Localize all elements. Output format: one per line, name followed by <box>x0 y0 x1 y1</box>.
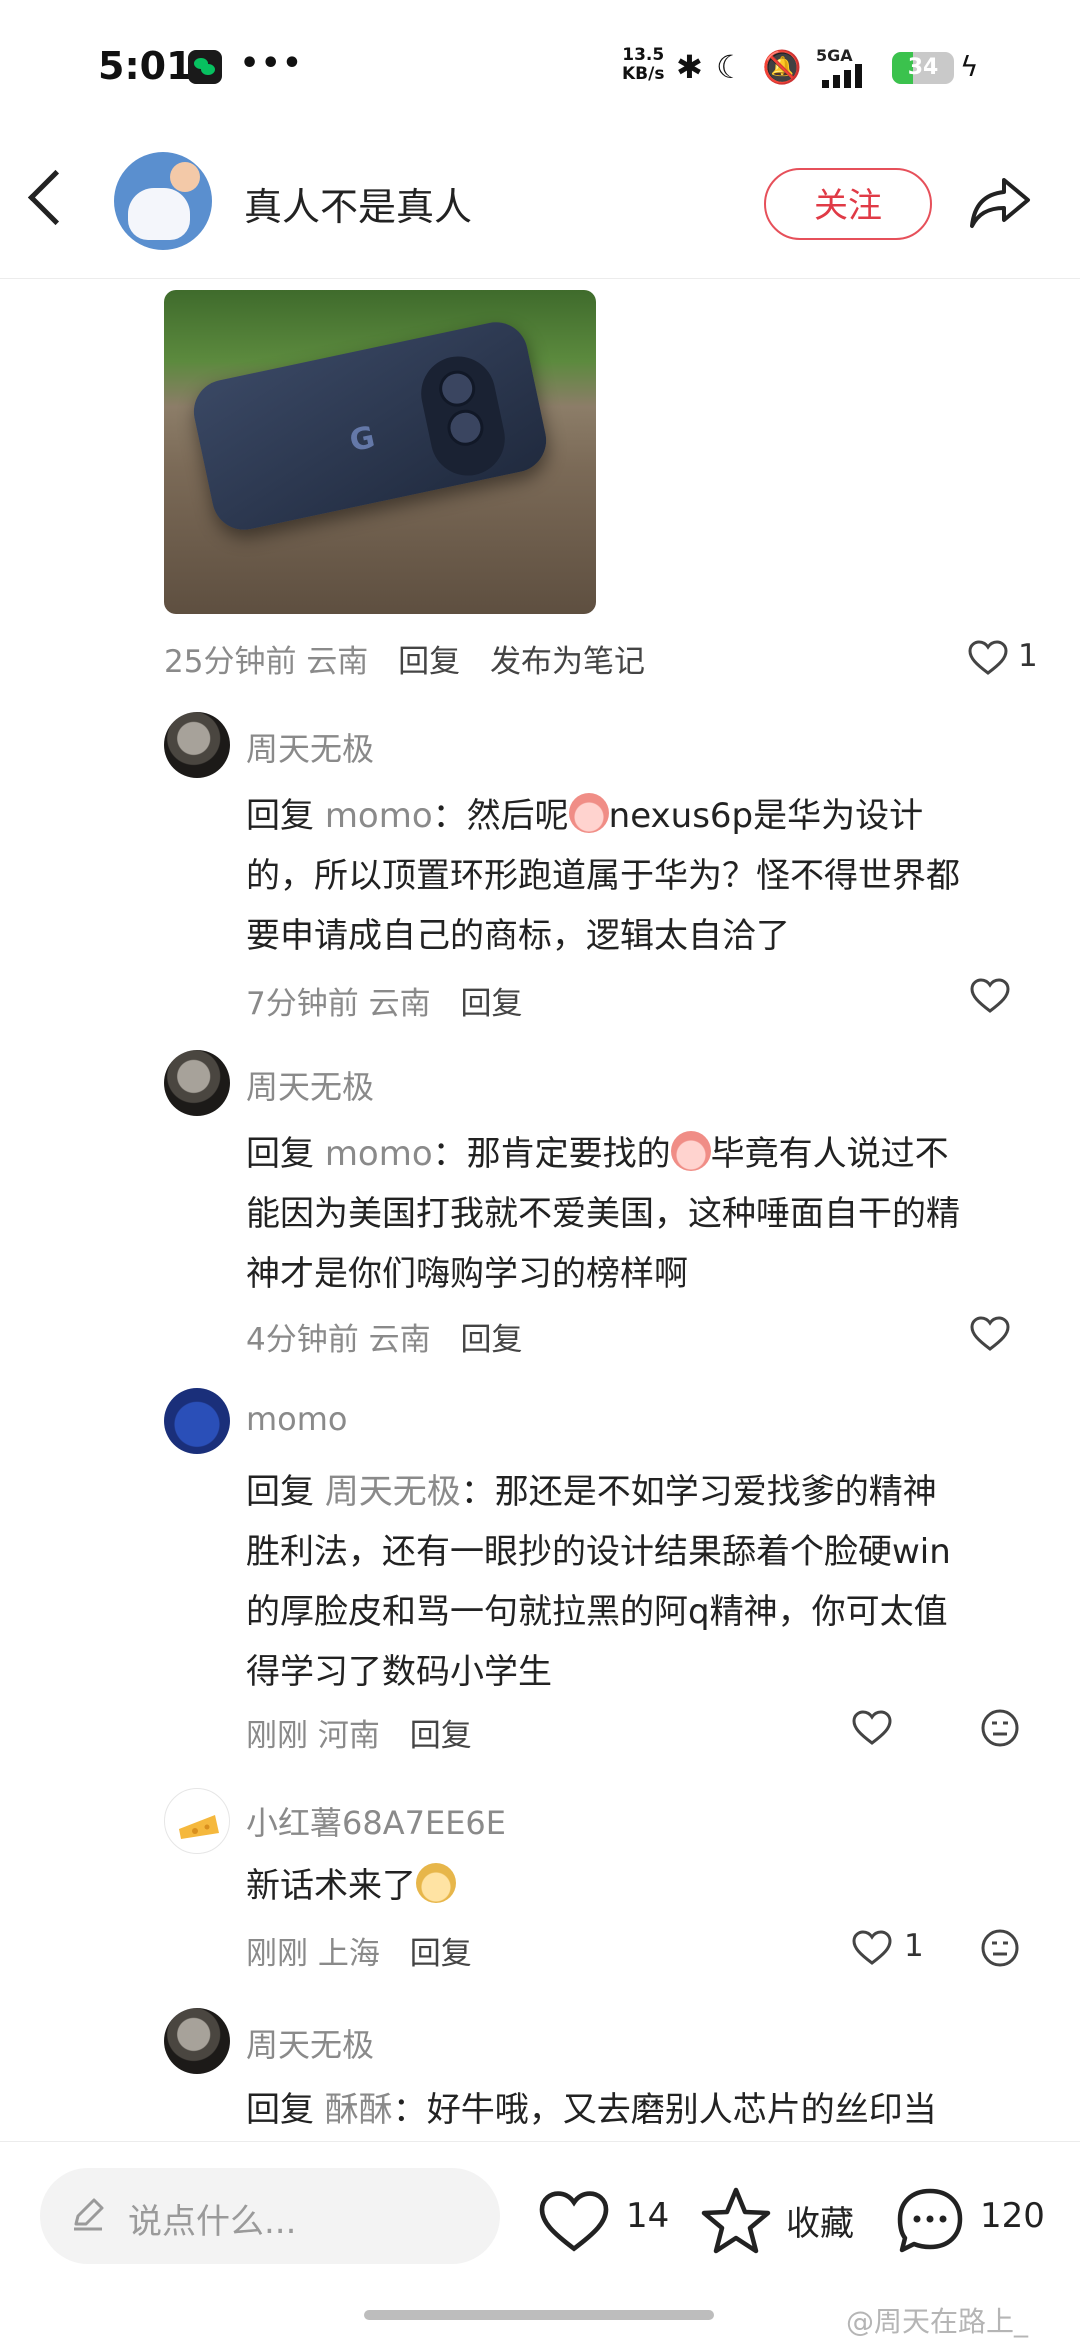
avatar[interactable] <box>164 1388 230 1454</box>
bluetooth-icon: ✱ <box>676 48 703 86</box>
wechat-notification-icon <box>188 50 222 84</box>
reply-button[interactable]: 回复 <box>410 1718 472 1754</box>
author-avatar[interactable] <box>114 152 212 250</box>
network-speed-unit: KB/s <box>622 64 665 84</box>
comment-meta: 刚刚 上海 回复 <box>246 1936 472 1972</box>
heart-icon[interactable] <box>968 640 1008 676</box>
emoji-react-icon[interactable] <box>980 1928 1020 1968</box>
like-button-icon[interactable] <box>538 2190 610 2254</box>
do-not-disturb-icon: ☾ <box>716 48 745 86</box>
heart-icon[interactable] <box>852 1710 892 1746</box>
comment-text-line: 能因为美国打我就不爱美国，这种唾面自干的精 <box>246 1194 960 1234</box>
comment-like-count: 1 <box>904 1928 924 1964</box>
charging-icon: ϟ <box>960 50 979 83</box>
commenter-name[interactable]: momo <box>246 1400 348 1438</box>
comment-text-line: 回复 周天无极：那还是不如学习爱找爹的精神 <box>246 1472 937 1512</box>
comment-meta: 7分钟前 云南 回复 <box>246 986 523 1022</box>
post-like-count: 1 <box>1018 638 1038 674</box>
avatar[interactable] <box>164 1788 230 1854</box>
watermark: @周天在路上_ <box>846 2305 1029 2338</box>
comment-count: 120 <box>980 2196 1045 2236</box>
comment-text-line: 要申请成自己的商标，逻辑太自洽了 <box>246 916 790 956</box>
comment-meta: 4分钟前 云南 回复 <box>246 1322 523 1358</box>
star-icon[interactable] <box>700 2186 772 2256</box>
pencil-icon <box>74 2198 104 2231</box>
author-name[interactable]: 真人不是真人 <box>244 176 472 231</box>
commenter-name[interactable]: 周天无极 <box>246 724 374 770</box>
commenter-name[interactable]: 小红薯68A7EE6E <box>246 1798 506 1844</box>
comment-image[interactable]: G <box>164 290 596 614</box>
commenter-name[interactable]: 周天无极 <box>246 2020 374 2066</box>
avatar[interactable] <box>164 1050 230 1116</box>
emoji-react-icon[interactable] <box>980 1708 1020 1748</box>
collect-button[interactable]: 收藏 <box>786 2196 854 2245</box>
comment-text-line: 的，所以顶置环形跑道属于华为？怪不得世界都 <box>246 856 960 896</box>
like-count: 14 <box>626 2196 670 2236</box>
comment-text-line: 胜利法，还有一眼抄的设计结果舔着个脸硬win <box>246 1532 951 1572</box>
emoji-icon <box>670 1131 711 1171</box>
more-notifications-icon: ••• <box>240 46 304 81</box>
reply-button[interactable]: 回复 <box>460 986 522 1022</box>
reply-button[interactable]: 回复 <box>460 1322 522 1358</box>
battery-level: 34 <box>907 55 939 80</box>
post-time: 25分钟前 <box>164 644 297 680</box>
reply-button[interactable]: 回复 <box>398 644 460 680</box>
status-time: 5:01 <box>98 44 193 88</box>
avatar[interactable] <box>164 712 230 778</box>
emoji-icon <box>568 793 609 833</box>
heart-icon[interactable] <box>852 1930 892 1966</box>
follow-button[interactable]: 关注 <box>764 168 932 240</box>
reply-button[interactable]: 回复 <box>410 1936 472 1972</box>
comment-text-line: 回复 momo：那肯定要找的 毕竟有人说过不 <box>246 1126 949 1175</box>
comment-text-line: 新话术来了 <box>246 1858 456 1907</box>
avatar[interactable] <box>164 2008 230 2074</box>
commenter-name[interactable]: 周天无极 <box>246 1062 374 1108</box>
comment-text-line: 的厚脸皮和骂一句就拉黑的阿q精神，你可太值 <box>246 1592 948 1632</box>
post-meta: 25分钟前 云南 回复 发布为笔记 <box>164 636 645 681</box>
post-location: 云南 <box>306 644 369 680</box>
comment-bubble-icon[interactable] <box>894 2186 966 2256</box>
heart-icon[interactable] <box>970 1316 1010 1352</box>
comment-text-line: 回复 momo：然后呢 nexus6p是华为设计 <box>246 788 923 837</box>
home-indicator[interactable] <box>364 2310 714 2320</box>
header-divider <box>0 278 1080 279</box>
comment-text-line: 得学习了数码小学生 <box>246 1652 552 1692</box>
publish-note-button[interactable]: 发布为笔记 <box>490 644 645 680</box>
heart-icon[interactable] <box>970 978 1010 1014</box>
network-speed-value: 13.5 <box>622 45 665 65</box>
back-icon[interactable] <box>27 169 84 226</box>
mute-icon: 🔕 <box>762 48 802 86</box>
network-speed: 13.5 KB/s <box>622 46 664 84</box>
signal-icon <box>822 64 862 88</box>
comment-meta: 刚刚 河南 回复 <box>246 1718 472 1754</box>
share-icon[interactable] <box>968 172 1032 232</box>
comment-text-line: 回复 酥酥：好牛哦，又去磨别人芯片的丝印当 <box>246 2090 937 2130</box>
emoji-icon <box>416 1863 456 1903</box>
comment-text-line: 神才是你们嗨购学习的榜样啊 <box>246 1254 688 1294</box>
comment-input-placeholder[interactable]: 说点什么... <box>128 2194 296 2243</box>
